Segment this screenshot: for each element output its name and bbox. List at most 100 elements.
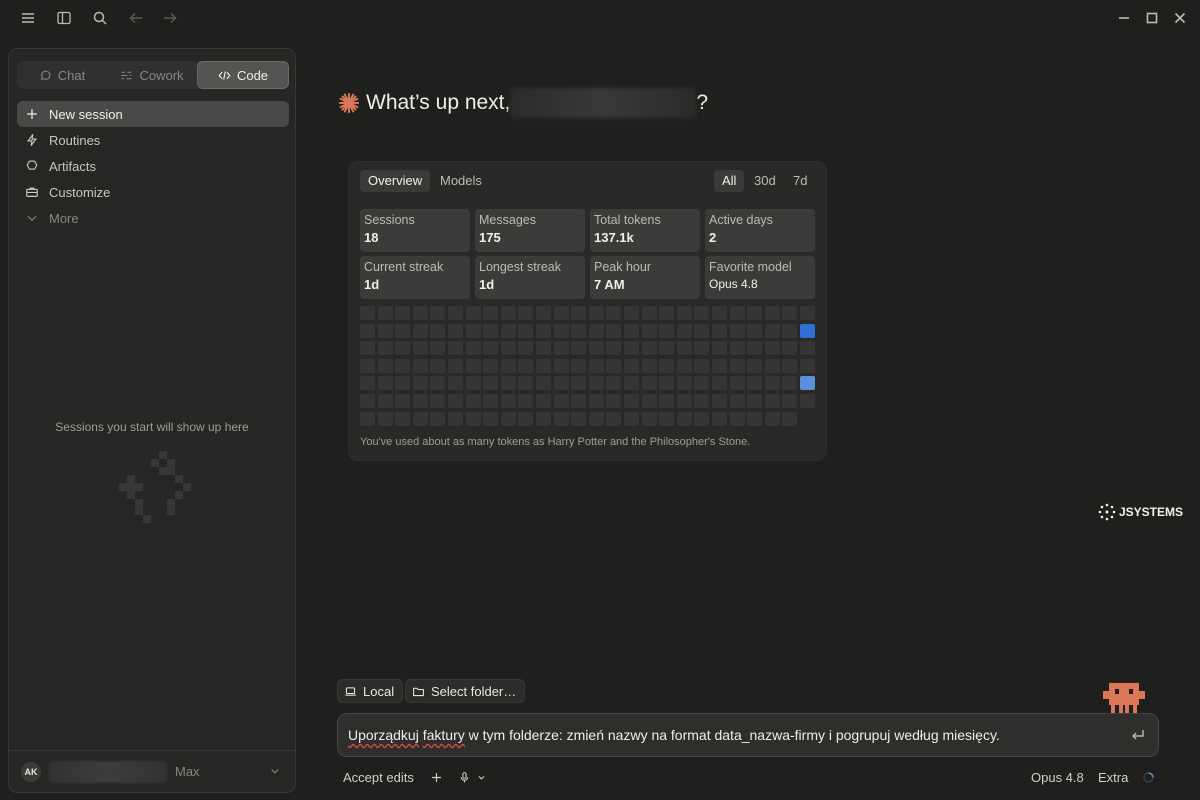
heatmap-cell	[377, 323, 393, 338]
local-button[interactable]: Local	[337, 679, 404, 703]
heatmap-cell	[764, 394, 780, 408]
heatmap-cell	[448, 394, 463, 408]
context-usage-indicator[interactable]	[1142, 768, 1155, 786]
prompt-text-rest: w tym folderze: zmień nazwy na format da…	[464, 727, 1000, 743]
heatmap-cell	[694, 323, 710, 338]
sidebar-item-routines[interactable]: Routines	[17, 127, 289, 153]
sidebar-item-customize[interactable]: Customize	[17, 179, 289, 205]
heatmap-cell	[536, 376, 551, 391]
mode-tab-code[interactable]: Code	[197, 61, 289, 89]
maximize-icon[interactable]	[1142, 8, 1162, 28]
back-arrow-icon[interactable]	[126, 8, 146, 28]
heatmap-cell	[360, 306, 375, 320]
tab-models[interactable]: Models	[432, 170, 490, 192]
page-title: What’s up next, ?	[338, 88, 708, 118]
range-7d[interactable]: 7d	[785, 170, 815, 192]
range-30d[interactable]: 30d	[746, 170, 784, 192]
heatmap-cell	[782, 376, 798, 391]
heatmap-cell	[430, 306, 446, 320]
heatmap-cell	[800, 394, 815, 408]
heatmap-cell	[782, 306, 798, 320]
heatmap-cell	[553, 306, 569, 320]
forward-arrow-icon[interactable]	[160, 8, 180, 28]
heatmap-cell	[782, 394, 798, 408]
plus-icon	[432, 772, 441, 782]
heatmap-cell	[430, 358, 446, 373]
sidebar-item-artifacts[interactable]: Artifacts	[17, 153, 289, 179]
stat-value: 137.1k	[594, 230, 634, 245]
effort-selector[interactable]: Extra	[1098, 768, 1128, 786]
sidebar-toggle-icon[interactable]	[54, 8, 74, 28]
heatmap-cell	[694, 376, 710, 391]
pixel-art-illustration	[119, 451, 191, 523]
heatmap-cell	[641, 306, 657, 320]
heatmap-cell	[536, 306, 551, 320]
search-icon[interactable]	[90, 8, 110, 28]
sessions-empty-text: Sessions you start will show up here	[55, 420, 249, 434]
accept-edits-button[interactable]: Accept edits	[343, 768, 414, 786]
microphone-icon	[460, 771, 469, 782]
tab-overview[interactable]: Overview	[360, 170, 431, 192]
heatmap-cell	[518, 394, 534, 408]
heatmap-cell	[448, 358, 463, 373]
stat-card: Active days 2	[705, 209, 815, 252]
heatmap-cell	[518, 341, 534, 356]
heatmap-cell	[395, 394, 411, 408]
heatmap-cell	[694, 306, 710, 320]
heatmap-cell	[747, 394, 763, 408]
sidebar-item-more[interactable]: More	[17, 205, 289, 231]
menu-icon[interactable]	[18, 8, 38, 28]
heatmap-cell	[676, 376, 692, 391]
heatmap-cell	[465, 306, 481, 320]
plus-icon	[27, 109, 37, 119]
jsystems-logo: JSYSTEMS	[1098, 503, 1183, 521]
heatmap-cell	[606, 358, 622, 373]
heatmap-cell	[659, 341, 675, 356]
microphone-button[interactable]	[458, 768, 486, 786]
select-folder-button[interactable]: Select folder…	[405, 679, 526, 703]
mode-tab-label: Cowork	[139, 67, 184, 83]
mode-tab-label: Code	[236, 67, 269, 83]
enter-icon[interactable]	[1130, 727, 1146, 743]
heatmap-cell	[395, 411, 411, 426]
user-profile-bar[interactable]: AK Max	[9, 750, 295, 792]
cowork-icon	[122, 71, 132, 79]
heatmap-cell	[536, 323, 551, 338]
mode-tab-chat[interactable]: Chat	[17, 61, 107, 89]
minimize-icon[interactable]	[1114, 8, 1134, 28]
heatmap-cell	[764, 411, 780, 426]
effort-label: Extra	[1098, 769, 1129, 785]
heatmap-cell	[430, 411, 446, 426]
heatmap-cell	[694, 411, 710, 426]
new-session-button[interactable]: New session	[17, 101, 289, 127]
heatmap-cell	[624, 358, 639, 373]
heatmap-cell	[360, 411, 375, 426]
chevron-down-icon	[27, 215, 37, 221]
heatmap-cell	[729, 358, 745, 373]
heatmap-cell	[764, 323, 780, 338]
heatmap-cell	[430, 323, 446, 338]
heatmap-cell	[747, 306, 763, 320]
prompt-input[interactable]: Uporządkuj faktury w tym folderze: zmień…	[337, 713, 1159, 757]
heatmap-cell	[641, 341, 657, 356]
close-icon[interactable]	[1170, 8, 1190, 28]
progress-ring-icon	[1143, 771, 1154, 783]
chevron-down-icon[interactable]	[269, 765, 281, 777]
heatmap-cell	[571, 341, 587, 356]
heatmap-cell	[729, 394, 745, 408]
range-all[interactable]: All	[714, 170, 745, 192]
heatmap-cell	[377, 376, 393, 391]
stat-label: Total tokens	[594, 213, 661, 227]
heatmap-cell	[764, 306, 780, 320]
lightning-icon	[26, 133, 38, 147]
heatmap-cell	[571, 411, 587, 426]
heatmap-cell	[606, 394, 622, 408]
heatmap-cell	[500, 411, 516, 426]
heatmap-cell	[659, 376, 675, 391]
stat-card: Messages 175	[475, 209, 585, 252]
model-selector[interactable]: Opus 4.8	[1031, 768, 1084, 786]
heatmap-cell	[500, 306, 516, 320]
add-button[interactable]	[430, 768, 443, 786]
mode-tab-cowork[interactable]: Cowork	[107, 61, 197, 89]
heatmap-cell	[483, 341, 499, 356]
